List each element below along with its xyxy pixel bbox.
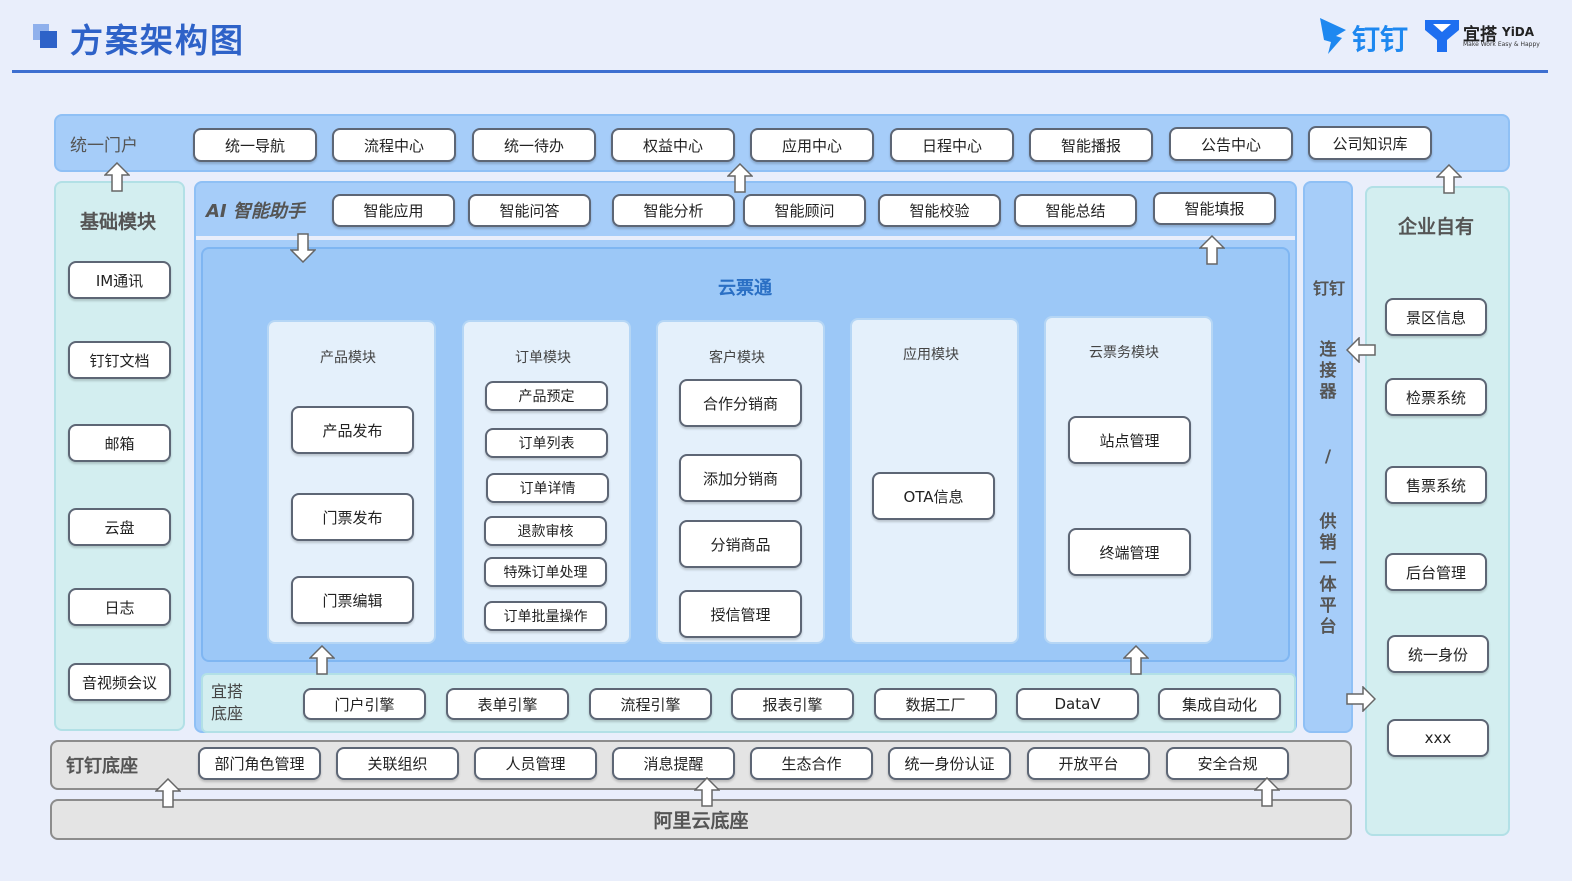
arrow-down-icon bbox=[290, 233, 316, 263]
customer-item-add-distributor[interactable]: 添加分销商 bbox=[679, 454, 802, 502]
arrow-up-icon bbox=[1123, 645, 1149, 675]
basic-item-cloud-disk[interactable]: 云盘 bbox=[68, 508, 171, 546]
order-item-refund-review[interactable]: 退款审核 bbox=[484, 516, 607, 546]
dingbase-item-ecosystem[interactable]: 生态合作 bbox=[750, 747, 873, 780]
basic-item-video-meeting[interactable]: 音视频会议 bbox=[68, 663, 171, 701]
dingbase-item-dept-role[interactable]: 部门角色管理 bbox=[198, 747, 321, 780]
dingbase-item-people[interactable]: 人员管理 bbox=[474, 747, 597, 780]
portal-item-knowledge-base[interactable]: 公司知识库 bbox=[1308, 126, 1432, 160]
basic-item-im[interactable]: IM通讯 bbox=[68, 261, 171, 299]
basic-item-docs[interactable]: 钉钉文档 bbox=[68, 341, 171, 379]
yida-item-integration-automation[interactable]: 集成自动化 bbox=[1158, 688, 1281, 720]
title-underline bbox=[12, 70, 1548, 73]
dingtalk-brand-text: 钉钉 bbox=[1352, 23, 1409, 56]
portal-item-app-center[interactable]: 应用中心 bbox=[750, 128, 874, 162]
portal-item-todo[interactable]: 统一待办 bbox=[472, 128, 596, 162]
arrow-up-icon bbox=[727, 163, 753, 193]
order-module-title: 订单模块 bbox=[515, 350, 571, 366]
dingtalk-logo-icon bbox=[1318, 16, 1348, 56]
ai-item-smart-app[interactable]: 智能应用 bbox=[332, 194, 455, 227]
yida-slogan: Make Work Easy & Happy bbox=[1463, 41, 1540, 48]
dingbase-item-security[interactable]: 安全合规 bbox=[1166, 747, 1289, 780]
yida-base-label-line2: 底座 bbox=[211, 704, 244, 723]
yida-item-report-engine[interactable]: 报表引擎 bbox=[731, 688, 854, 720]
arrow-up-icon bbox=[694, 777, 720, 807]
dingbase-item-open-platform[interactable]: 开放平台 bbox=[1027, 747, 1150, 780]
enterprise-item-backend[interactable]: 后台管理 bbox=[1385, 553, 1487, 591]
enterprise-item-ticket-sale[interactable]: 售票系统 bbox=[1385, 466, 1487, 504]
portal-item-process-center[interactable]: 流程中心 bbox=[332, 128, 456, 162]
customer-item-partner-distributor[interactable]: 合作分销商 bbox=[679, 379, 802, 427]
arrow-up-icon bbox=[104, 162, 130, 192]
yida-item-data-factory[interactable]: 数据工厂 bbox=[874, 688, 997, 720]
arrow-up-icon bbox=[1254, 777, 1280, 807]
ticketing-module-title: 云票务模块 bbox=[1089, 345, 1159, 361]
enterprise-item-scenic-info[interactable]: 景区信息 bbox=[1385, 298, 1487, 336]
application-item-ota-info[interactable]: OTA信息 bbox=[872, 472, 995, 520]
portal-item-announcement[interactable]: 公告中心 bbox=[1169, 127, 1293, 161]
ai-divider bbox=[196, 236, 1295, 240]
dingtalk-base-label: 钉钉底座 bbox=[66, 756, 138, 777]
portal-item-smart-broadcast[interactable]: 智能播报 bbox=[1029, 128, 1153, 162]
connector-label-dingtalk: 钉钉 bbox=[1312, 279, 1345, 298]
order-item-list[interactable]: 订单列表 bbox=[485, 428, 608, 458]
arrow-up-icon bbox=[1199, 235, 1225, 265]
order-item-special-order[interactable]: 特殊订单处理 bbox=[484, 557, 607, 587]
arrow-up-icon bbox=[309, 645, 335, 675]
ai-item-smart-verify[interactable]: 智能校验 bbox=[878, 194, 1001, 227]
application-module-title: 应用模块 bbox=[903, 347, 959, 363]
unified-portal-label: 统一门户 bbox=[70, 136, 138, 156]
connector-label-connector: 连接器 bbox=[1319, 340, 1337, 402]
yida-item-datav[interactable]: DataV bbox=[1016, 688, 1139, 720]
arrow-up-icon bbox=[1436, 164, 1462, 194]
portal-item-schedule-center[interactable]: 日程中心 bbox=[890, 128, 1014, 162]
product-module-title: 产品模块 bbox=[320, 350, 376, 366]
order-item-booking[interactable]: 产品预定 bbox=[485, 381, 608, 411]
yida-base-label: 宜搭 底座 bbox=[211, 681, 243, 725]
customer-module-title: 客户模块 bbox=[709, 350, 765, 366]
enterprise-item-xxx[interactable]: xxx bbox=[1387, 719, 1489, 757]
ticketing-item-site-management[interactable]: 站点管理 bbox=[1068, 416, 1191, 464]
basic-module-label: 基础模块 bbox=[80, 211, 157, 233]
order-item-batch-operation[interactable]: 订单批量操作 bbox=[484, 601, 607, 631]
enterprise-label: 企业自有 bbox=[1398, 216, 1475, 238]
product-item-ticket-edit[interactable]: 门票编辑 bbox=[291, 576, 414, 624]
arrow-left-icon bbox=[1346, 337, 1376, 363]
product-item-ticket-publish[interactable]: 门票发布 bbox=[291, 493, 414, 541]
dingbase-item-unified-auth[interactable]: 统一身份认证 bbox=[888, 747, 1011, 780]
ai-item-smart-analysis[interactable]: 智能分析 bbox=[612, 194, 735, 227]
ai-item-smart-advisor[interactable]: 智能顾问 bbox=[743, 194, 866, 227]
ticketing-module-card bbox=[1044, 316, 1213, 644]
portal-item-navigation[interactable]: 统一导航 bbox=[193, 128, 317, 162]
page-title: 方案架构图 bbox=[70, 21, 245, 60]
dingbase-item-notification[interactable]: 消息提醒 bbox=[612, 747, 735, 780]
yida-item-form-engine[interactable]: 表单引擎 bbox=[446, 688, 569, 720]
yida-brand-en: YiDA bbox=[1502, 25, 1535, 39]
basic-item-mail[interactable]: 邮箱 bbox=[68, 424, 171, 462]
portal-item-rights-center[interactable]: 权益中心 bbox=[611, 128, 735, 162]
product-item-publish[interactable]: 产品发布 bbox=[291, 406, 414, 454]
customer-item-distribution-goods[interactable]: 分销商品 bbox=[679, 520, 802, 568]
dingbase-item-linked-org[interactable]: 关联组织 bbox=[336, 747, 459, 780]
enterprise-item-ticket-check[interactable]: 检票系统 bbox=[1385, 378, 1487, 416]
ai-item-smart-qa[interactable]: 智能问答 bbox=[468, 194, 591, 227]
arrow-up-icon bbox=[155, 778, 181, 808]
basic-item-log[interactable]: 日志 bbox=[68, 588, 171, 626]
cloud-ticket-label: 云票通 bbox=[718, 278, 772, 299]
yida-base-label-line1: 宜搭 bbox=[211, 682, 244, 701]
connector-label-supply-platform: 供销一体平台 bbox=[1319, 512, 1337, 637]
order-item-detail[interactable]: 订单详情 bbox=[486, 473, 609, 503]
ticketing-item-terminal-management[interactable]: 终端管理 bbox=[1068, 528, 1191, 576]
connector-label-slash: / bbox=[1324, 447, 1332, 467]
customer-item-credit-management[interactable]: 授信管理 bbox=[679, 590, 802, 638]
title-decoration-dark bbox=[40, 31, 57, 48]
enterprise-item-unified-identity[interactable]: 统一身份 bbox=[1387, 635, 1489, 673]
ai-assistant-label: AI 智能助手 bbox=[206, 201, 305, 222]
yida-logo-icon bbox=[1425, 20, 1459, 52]
yida-item-process-engine[interactable]: 流程引擎 bbox=[589, 688, 712, 720]
arrow-right-icon bbox=[1346, 686, 1376, 712]
ai-item-smart-summary[interactable]: 智能总结 bbox=[1014, 194, 1137, 227]
ai-item-smart-fill[interactable]: 智能填报 bbox=[1153, 192, 1276, 225]
yida-item-portal-engine[interactable]: 门户引擎 bbox=[303, 688, 426, 720]
